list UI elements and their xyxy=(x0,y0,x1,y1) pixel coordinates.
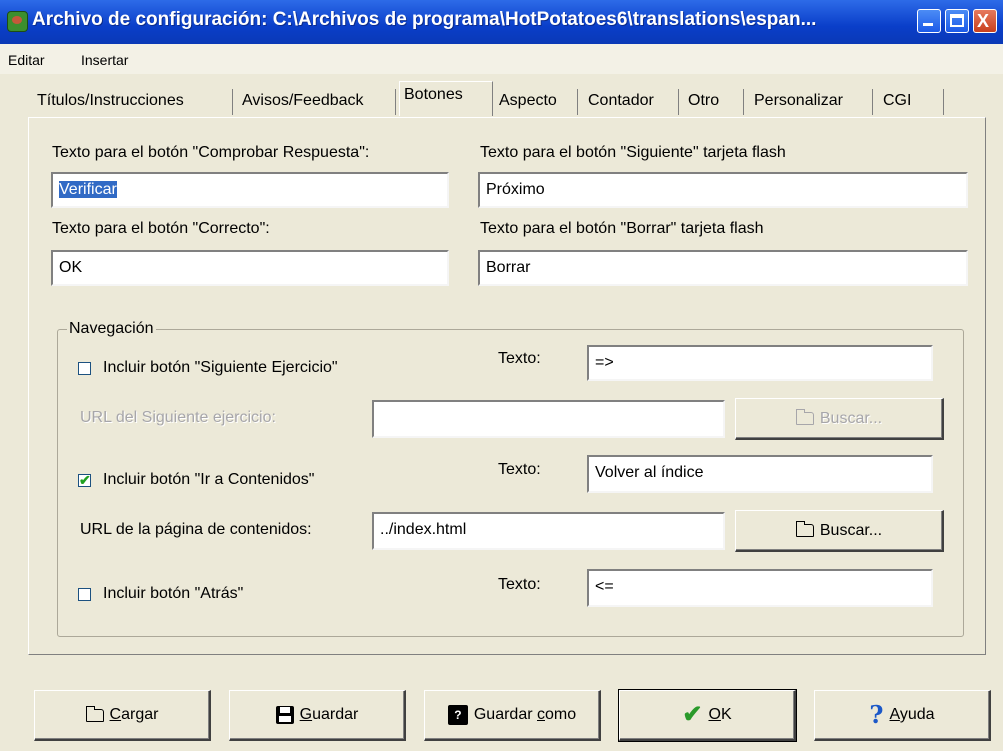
next-url-browse-button[interactable]: Buscar... xyxy=(735,398,944,440)
contents-url-input[interactable]: ../index.html xyxy=(372,512,725,550)
back-checkbox[interactable] xyxy=(78,588,91,601)
checkmark-icon: ✔ xyxy=(79,472,91,488)
close-icon: X xyxy=(977,11,990,31)
next-exercise-checkbox[interactable] xyxy=(78,362,91,375)
save-button[interactable]: Guardar xyxy=(229,690,406,741)
load-button[interactable]: Cargar xyxy=(34,690,211,741)
help-button[interactable]: ? Ayuda xyxy=(814,690,991,741)
contents-text-input[interactable]: Volver al índice xyxy=(587,455,933,493)
back-text-input[interactable]: <= xyxy=(587,569,933,607)
tab-personalizar[interactable]: Personalizar xyxy=(750,89,873,115)
next-exercise-text-label: Texto: xyxy=(498,350,541,367)
folder-open-icon xyxy=(85,705,104,722)
minimize-icon xyxy=(923,23,933,26)
ok-button[interactable]: ✔ OK xyxy=(618,689,797,742)
next-url-browse-label: Buscar... xyxy=(819,409,883,427)
correct-input[interactable]: OK xyxy=(51,250,449,286)
next-flash-label: Texto para el botón "Siguiente" tarjeta … xyxy=(480,144,786,161)
maximize-icon xyxy=(950,14,964,27)
floppy-disk-icon xyxy=(275,706,294,724)
next-flash-input[interactable]: Próximo xyxy=(478,172,968,208)
tab-avisos[interactable]: Avisos/Feedback xyxy=(238,89,396,115)
save-as-button[interactable]: ? Guardar como xyxy=(424,690,601,741)
menu-editar[interactable]: Editar xyxy=(8,52,45,68)
save-button-label: Guardar xyxy=(299,706,359,723)
tab-strip: Títulos/Instrucciones Avisos/Feedback Bo… xyxy=(0,78,1003,118)
tab-otro[interactable]: Otro xyxy=(684,89,744,115)
back-text-label: Texto: xyxy=(498,576,541,593)
save-as-button-label: Guardar como xyxy=(473,706,577,723)
tab-aspecto[interactable]: Aspecto xyxy=(495,89,578,115)
minimize-button[interactable] xyxy=(917,9,941,33)
close-button[interactable]: X xyxy=(973,9,997,33)
delete-flash-label: Texto para el botón "Borrar" tarjeta fla… xyxy=(480,220,764,237)
check-answer-label: Texto para el botón "Comprobar Respuesta… xyxy=(52,144,370,161)
hotpotatoes-app-icon[interactable] xyxy=(7,11,28,32)
tab-contador[interactable]: Contador xyxy=(584,89,679,115)
save-as-disk-icon: ? xyxy=(447,705,468,725)
help-button-label: Ayuda xyxy=(889,706,935,723)
back-label[interactable]: Incluir botón "Atrás" xyxy=(103,585,243,603)
tab-titulos[interactable]: Títulos/Instrucciones xyxy=(33,89,233,115)
ok-button-label: OK xyxy=(708,706,732,723)
window-title: Archivo de configuración: C:\Archivos de… xyxy=(32,9,817,30)
green-check-icon: ✔ xyxy=(682,701,703,728)
next-url-input[interactable] xyxy=(372,400,725,438)
check-answer-value: Verificar xyxy=(59,181,117,198)
contents-checkbox[interactable]: ✔ xyxy=(78,472,91,488)
correct-label: Texto para el botón "Correcto": xyxy=(52,220,270,237)
delete-flash-input[interactable]: Borrar xyxy=(478,250,968,286)
next-exercise-text-input[interactable]: => xyxy=(587,345,933,381)
menu-bar: Editar Insertar xyxy=(0,44,1003,74)
next-url-label: URL del Siguiente ejercicio: xyxy=(80,409,276,426)
navigation-group-title: Navegación xyxy=(67,320,156,338)
contents-url-browse-label: Buscar... xyxy=(819,521,883,539)
title-bar: Archivo de configuración: C:\Archivos de… xyxy=(0,0,1003,44)
contents-url-browse-button[interactable]: Buscar... xyxy=(735,510,944,552)
contents-text-label: Texto: xyxy=(498,461,541,478)
next-exercise-label[interactable]: Incluir botón "Siguiente Ejercicio" xyxy=(103,359,338,377)
contents-label[interactable]: Incluir botón "Ir a Contenidos" xyxy=(103,471,314,489)
folder-open-icon xyxy=(795,521,814,537)
tab-botones[interactable]: Botones xyxy=(399,81,493,116)
maximize-button[interactable] xyxy=(945,9,969,33)
folder-open-icon xyxy=(795,409,814,425)
load-button-label: Cargar xyxy=(109,706,159,723)
tab-cgi[interactable]: CGI xyxy=(879,89,944,115)
check-answer-input[interactable]: Verificar xyxy=(51,172,449,208)
contents-url-label: URL de la página de contenidos: xyxy=(80,521,312,538)
help-question-icon: ? xyxy=(869,700,884,729)
menu-insertar[interactable]: Insertar xyxy=(81,52,128,68)
